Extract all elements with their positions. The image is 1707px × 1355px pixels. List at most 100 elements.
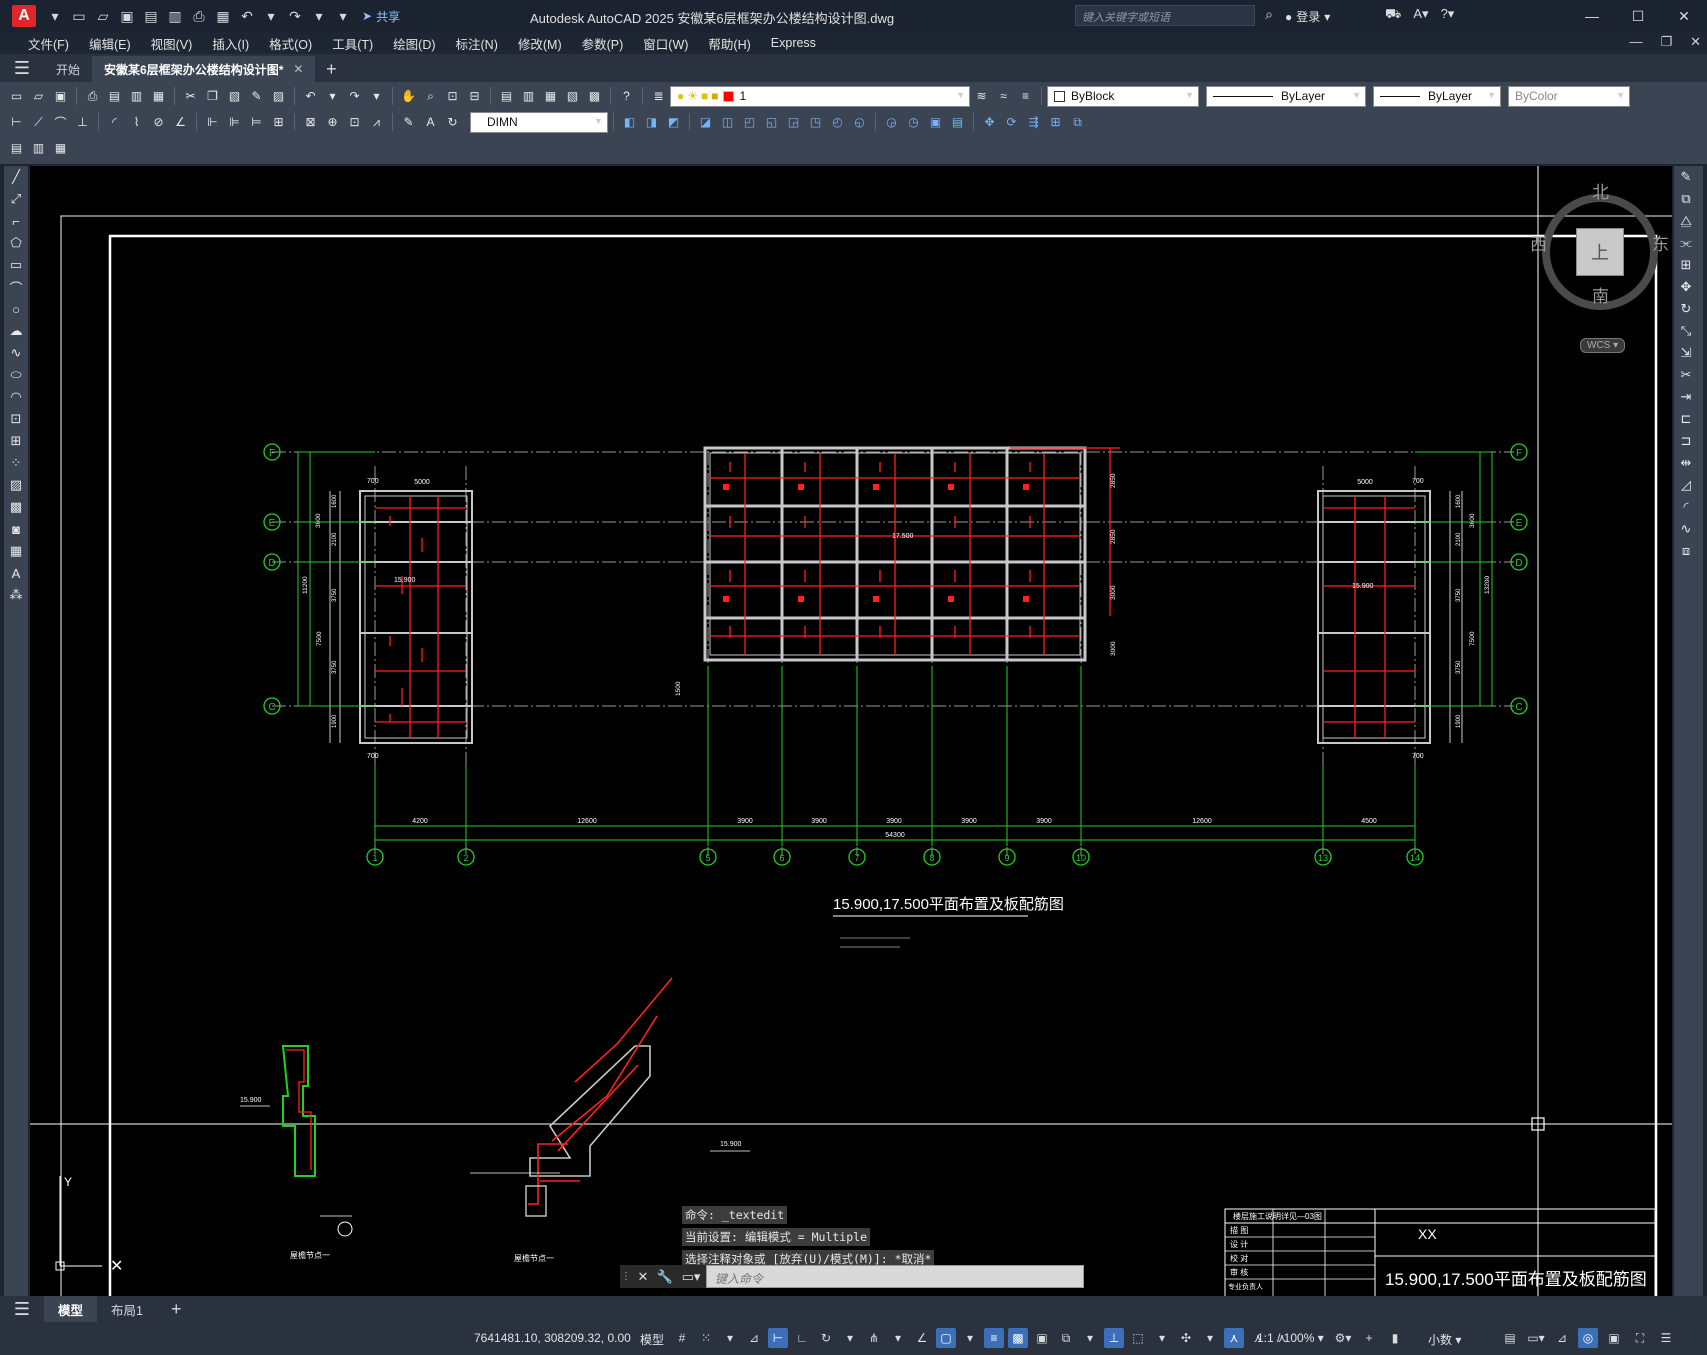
menu-draw[interactable]: 绘图(D) <box>383 34 445 53</box>
snap-dropdown-icon[interactable]: ▾ <box>720 1328 740 1348</box>
array-icon[interactable]: ⊞ <box>1674 254 1698 276</box>
autocad-logo-icon[interactable]: A <box>12 5 36 27</box>
spline-icon[interactable]: ∿ <box>4 342 28 364</box>
redo-dropdown-icon[interactable]: ▾ <box>308 5 330 27</box>
cut-icon[interactable]: ✂ <box>180 86 201 107</box>
help-icon[interactable]: ? <box>616 86 637 107</box>
minimize-icon[interactable]: — <box>1569 0 1615 32</box>
pan-icon[interactable]: ✋ <box>398 86 419 107</box>
trim-icon[interactable]: ✂ <box>1674 364 1698 386</box>
zoom-realtime-icon[interactable]: ⌕ <box>420 86 441 107</box>
multiline-text-icon[interactable]: A <box>4 562 28 584</box>
circle-icon[interactable]: ○ <box>4 298 28 320</box>
drawing-minimize-icon[interactable]: — <box>1629 34 1642 50</box>
design-center-icon[interactable]: ▥ <box>518 86 539 107</box>
maximize-icon[interactable]: ☐ <box>1615 0 1661 32</box>
presspull-icon[interactable]: ◫ <box>717 112 738 133</box>
model-space-toggle[interactable]: 模型 <box>640 1331 664 1348</box>
save-icon[interactable]: ▣ <box>116 5 138 27</box>
cylinder-icon[interactable]: ◨ <box>641 112 662 133</box>
compass-east[interactable]: 东 <box>1652 230 1669 255</box>
command-line-grip[interactable]: ⋮ <box>620 1265 632 1288</box>
sweep-icon[interactable]: ◰ <box>739 112 760 133</box>
layer-states-icon[interactable]: ≡ <box>1015 86 1036 107</box>
construction-line-icon[interactable]: ⤢ <box>4 188 28 210</box>
polar-tracking-icon[interactable]: ↻ <box>816 1328 836 1348</box>
gizmo-dropdown-icon[interactable]: ▾ <box>1200 1328 1220 1348</box>
baseline-dimension-icon[interactable]: ⊫ <box>224 112 245 133</box>
menu-insert[interactable]: 插入(I) <box>202 34 259 53</box>
wcs-menu-button[interactable]: WCS ▾ <box>1580 338 1626 353</box>
ortho-icon[interactable]: ∟ <box>792 1328 812 1348</box>
chamfer-icon[interactable]: ◿ <box>1674 474 1698 496</box>
jogged-linear-icon[interactable]: ⩘ <box>366 112 387 133</box>
plot-icon[interactable]: ⎙ <box>82 86 103 107</box>
insert-block-icon[interactable]: ⊡ <box>4 408 28 430</box>
open-folder-icon[interactable]: ▱ <box>92 5 114 27</box>
3d-align-icon[interactable]: ⇶ <box>1023 112 1044 133</box>
hardware-acceleration-icon[interactable]: ◎ <box>1578 1328 1598 1348</box>
3d-osnap-icon[interactable]: ⧉ <box>1056 1328 1076 1348</box>
layer-previous-icon[interactable]: ≈ <box>993 86 1014 107</box>
fillet-icon[interactable]: ◜ <box>1674 496 1698 518</box>
compass-north[interactable]: 北 <box>1592 178 1609 203</box>
object-snap-icon[interactable]: ▢ <box>936 1328 956 1348</box>
linetype-dropdown[interactable]: ByLayer ▼ <box>1206 85 1366 107</box>
selection-filter-dropdown-icon[interactable]: ▾ <box>1152 1328 1172 1348</box>
rotate-icon[interactable]: ↻ <box>1674 298 1698 320</box>
menu-modify[interactable]: 修改(M) <box>508 34 572 53</box>
subtract-icon[interactable]: ◴ <box>827 112 848 133</box>
gradient-icon[interactable]: ▩ <box>4 496 28 518</box>
layer-properties-icon[interactable]: ≣ <box>648 86 669 107</box>
undo-icon[interactable]: ↶ <box>300 86 321 107</box>
3d-mirror-icon[interactable]: ⧉ <box>1067 112 1088 133</box>
redo-icon[interactable]: ↷ <box>344 86 365 107</box>
hatch-icon[interactable]: ▨ <box>4 474 28 496</box>
erase-icon[interactable]: ✎ <box>1674 166 1698 188</box>
calculator-icon[interactable]: ▩ <box>584 86 605 107</box>
menu-parametric[interactable]: 参数(P) <box>572 34 634 53</box>
recent-commands-icon[interactable]: ▭▾ <box>676 1265 706 1288</box>
angular-dimension-icon[interactable]: ∠ <box>170 112 191 133</box>
dimension-text-edit-icon[interactable]: A <box>420 112 441 133</box>
break-at-point-icon[interactable]: ⊏ <box>1674 408 1698 430</box>
loft-icon[interactable]: ◲ <box>783 112 804 133</box>
tab-model[interactable]: 模型 <box>44 1296 98 1322</box>
tab-layout1[interactable]: 布局1 <box>97 1296 157 1322</box>
object-snap-dropdown-icon[interactable]: ▾ <box>960 1328 980 1348</box>
color-dropdown[interactable]: ByBlock ▼ <box>1047 85 1199 107</box>
aligned-dimension-icon[interactable]: ⟋ <box>28 112 49 133</box>
explode-icon[interactable]: ⧈ <box>1674 540 1698 562</box>
table-icon[interactable]: ▦ <box>4 540 28 562</box>
ellipse-icon[interactable]: ⬭ <box>4 364 28 386</box>
menu-edit[interactable]: 编辑(E) <box>79 34 141 53</box>
thicken-icon[interactable]: ◷ <box>903 112 924 133</box>
break-icon[interactable]: ⊐ <box>1674 430 1698 452</box>
match-properties-icon[interactable]: ✎ <box>246 86 267 107</box>
3d-osnap-dropdown-icon[interactable]: ▾ <box>1080 1328 1100 1348</box>
infer-constraints-icon[interactable]: ⊿ <box>744 1328 764 1348</box>
section-plane-icon[interactable]: ▤ <box>947 112 968 133</box>
tab-drawing[interactable]: 安徽某6层框架办公楼结构设计图* ✕ <box>92 56 316 82</box>
offset-icon[interactable]: ⫘ <box>1674 232 1698 254</box>
cart-icon[interactable]: ⛟ <box>1385 6 1401 24</box>
quick-dimension-icon[interactable]: ⊩ <box>202 112 223 133</box>
extend-icon[interactable]: ⇥ <box>1674 386 1698 408</box>
ordinate-dimension-icon[interactable]: ⊥ <box>72 112 93 133</box>
customize-status-icon[interactable]: ☰ <box>1656 1328 1676 1348</box>
3d-print-icon[interactable]: ▦ <box>148 86 169 107</box>
viewcube[interactable]: 上 北 南 西 东 WCS ▾ <box>1530 178 1670 353</box>
undo-dropdown-icon[interactable]: ▾ <box>260 5 282 27</box>
selection-filter-icon[interactable]: ⬚ <box>1128 1328 1148 1348</box>
menu-tools[interactable]: 工具(T) <box>322 34 383 53</box>
menu-file[interactable]: 文件(F) <box>18 34 79 53</box>
gizmo-icon[interactable]: ✣ <box>1176 1328 1196 1348</box>
box-icon[interactable]: ◧ <box>619 112 640 133</box>
polar-dropdown-icon[interactable]: ▾ <box>840 1328 860 1348</box>
radius-dimension-icon[interactable]: ◜ <box>104 112 125 133</box>
ellipse-arc-icon[interactable]: ◠ <box>4 386 28 408</box>
menu-window[interactable]: 窗口(W) <box>633 34 698 53</box>
open-icon[interactable]: ▱ <box>28 86 49 107</box>
units-icon[interactable]: ▮ <box>1385 1328 1405 1348</box>
lock-ui-icon[interactable]: ▭▾ <box>1526 1328 1546 1348</box>
